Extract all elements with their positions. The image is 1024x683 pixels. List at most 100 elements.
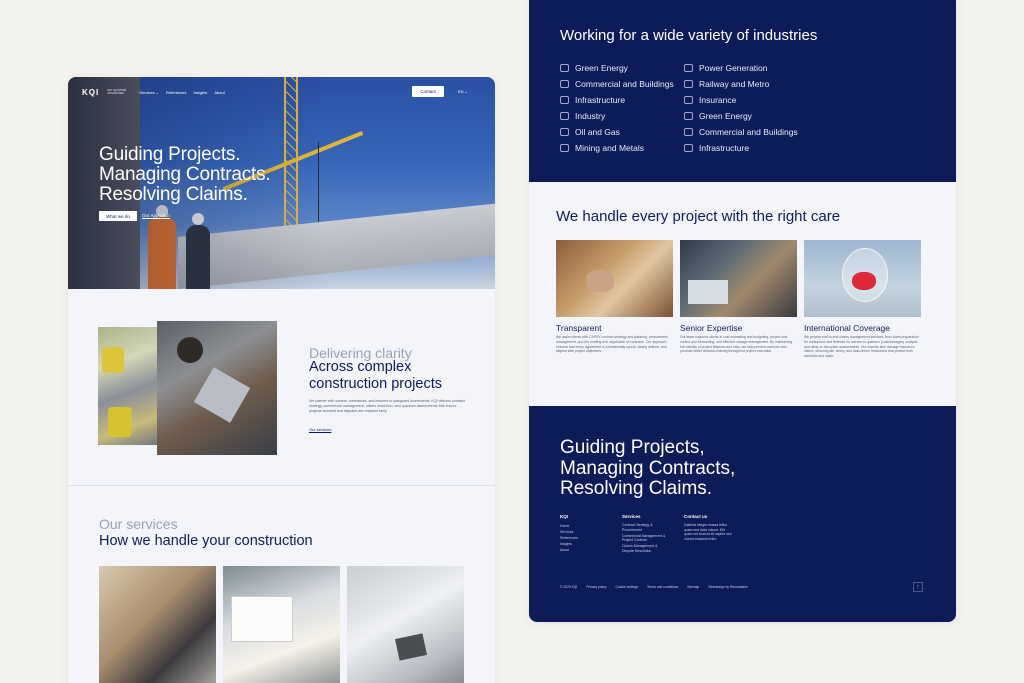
hero-title-line: Resolving Claims. — [99, 184, 248, 205]
industry-label: Oil and Gas — [575, 127, 620, 137]
industry-item[interactable]: Green Energy — [560, 60, 674, 76]
industry-item[interactable]: Infrastructure — [560, 92, 674, 108]
contact-button[interactable]: Contact — [412, 86, 444, 97]
footer-link-service[interactable]: Claims Management & Dispute Resolution — [622, 544, 668, 553]
industry-label: Commercial and Buildings — [699, 127, 798, 137]
clarity-title: Across complex construction projects — [309, 359, 442, 392]
footer-column-services: Services Contract Strategy & Procurement… — [622, 514, 668, 555]
building-icon — [684, 128, 693, 136]
industries-section: Working for a wide variety of industries… — [529, 0, 956, 182]
services-subtitle: Our services — [99, 516, 178, 532]
leaf-icon — [684, 112, 693, 120]
drop-icon — [560, 128, 569, 136]
service-card-handshake-image[interactable] — [99, 566, 216, 683]
footer-contact-text: Datteria integer massa tellus quam sed d… — [684, 523, 732, 541]
industry-item[interactable]: Commercial and Buildings — [684, 124, 798, 140]
nav-link-services[interactable]: Services ⌄ — [139, 90, 159, 95]
footer-link-about[interactable]: About — [560, 547, 578, 553]
back-to-top-button[interactable]: ↑ — [913, 582, 923, 592]
footer-title-line: Managing Contracts, — [560, 457, 736, 479]
industry-item[interactable]: Insurance — [684, 92, 798, 108]
nav-link-insights[interactable]: Insights — [194, 90, 208, 95]
leaf-icon — [560, 64, 569, 72]
coverage-card-image — [804, 240, 921, 317]
industry-item[interactable]: Industry — [560, 108, 674, 124]
privacy-policy-link[interactable]: Privacy policy — [586, 585, 606, 589]
industry-item[interactable]: Infrastructure — [684, 140, 798, 156]
hero-section: KQI KEY QUANTUM INTEGRATED Services ⌄ Re… — [68, 77, 495, 289]
bolt-icon — [684, 64, 693, 72]
industries-column-2: Power Generation Railway and Metro Insur… — [684, 60, 798, 156]
industry-label: Railway and Metro — [699, 79, 770, 89]
hero-title: Guiding Projects. Managing Contracts. Re… — [99, 145, 271, 205]
hero-title-line: Guiding Projects. — [99, 144, 241, 165]
footer: Guiding Projects, Managing Contracts, Re… — [529, 406, 956, 622]
shield-icon — [684, 96, 693, 104]
industry-label: Commercial and Buildings — [575, 79, 674, 89]
services-section: Our services How we handle your construc… — [68, 486, 495, 683]
nav-link-references[interactable]: References — [166, 90, 186, 95]
industry-item[interactable]: Power Generation — [684, 60, 798, 76]
train-icon — [684, 80, 693, 88]
footer-column-kqi: KQI Home Services References Insights Ab… — [560, 514, 578, 553]
footer-title: Guiding Projects, Managing Contracts, Re… — [560, 437, 736, 500]
homepage-preview-right: Working for a wide variety of industries… — [529, 0, 956, 622]
care-title: We handle every project with the right c… — [556, 208, 841, 225]
industry-item[interactable]: Oil and Gas — [560, 124, 674, 140]
footer-title-line: Resolving Claims. — [560, 478, 713, 499]
language-selector[interactable]: EN ⌄ — [458, 89, 468, 94]
footer-column-contact: Contact us Datteria integer massa tellus… — [684, 514, 734, 541]
card-body-coverage: We provide end-to-end claims management … — [804, 335, 919, 359]
meeting-photo — [157, 321, 277, 455]
industry-label: Infrastructure — [699, 143, 750, 153]
industry-item[interactable]: Mining and Metals — [560, 140, 674, 156]
webdesign-credit-link[interactable]: Webdesign by Remarkable — [708, 585, 748, 589]
footer-title-line: Guiding Projects, — [560, 437, 705, 458]
clarity-section: Delivering clarity Across complex constr… — [68, 289, 495, 485]
industries-title: Working for a wide variety of industries — [560, 27, 818, 44]
hero-title-line: Managing Contracts. — [99, 164, 271, 185]
industry-label: Green Energy — [699, 111, 752, 121]
footer-heading: Services — [622, 514, 641, 519]
footer-link-service[interactable]: Commercial Management & Project Controls — [622, 534, 668, 543]
industry-label: Mining and Metals — [575, 143, 644, 153]
clarity-body: We partner with owners, contractors, and… — [309, 399, 465, 413]
service-card-whiteboard-image[interactable] — [223, 566, 340, 683]
our-services-link[interactable]: Our services — [309, 427, 331, 432]
industry-item[interactable]: Green Energy — [684, 108, 798, 124]
logo-tagline: KEY QUANTUM INTEGRATED — [107, 89, 127, 95]
what-we-do-button[interactable]: What we do — [99, 211, 137, 221]
industry-item[interactable]: Railway and Metro — [684, 76, 798, 92]
engineers-photo — [98, 327, 158, 445]
industry-label: Infrastructure — [575, 95, 626, 105]
care-section: We handle every project with the right c… — [529, 182, 956, 406]
homepage-preview-left: KQI KEY QUANTUM INTEGRATED Services ⌄ Re… — [68, 77, 495, 683]
sitemap-link[interactable]: Sitemap — [687, 585, 699, 589]
card-heading-transparent: Transparent — [556, 323, 602, 333]
card-body-transparent: We assist clients with CAPEX contract st… — [556, 335, 668, 354]
industry-item[interactable]: Commercial and Buildings — [560, 76, 674, 92]
transparent-card-image — [556, 240, 673, 317]
footer-bottom-links: © 2025 KQI Privacy policy Cookie setting… — [560, 585, 748, 589]
bridge-icon — [560, 96, 569, 104]
nav-link-about[interactable]: About — [214, 90, 224, 95]
card-heading-expertise: Senior Expertise — [680, 323, 743, 333]
card-body-expertise: Our team supports clients in cost estima… — [680, 335, 793, 354]
industries-column-1: Green Energy Commercial and Buildings In… — [560, 60, 674, 156]
site-logo[interactable]: KQI — [82, 88, 99, 97]
bridge-icon — [684, 144, 693, 152]
top-navigation: KQI KEY QUANTUM INTEGRATED Services ⌄ Re… — [82, 85, 482, 99]
copyright-text: © 2025 KQI — [560, 585, 578, 589]
cookie-settings-link[interactable]: Cookie settings — [615, 585, 638, 589]
services-title: How we handle your construction — [99, 533, 313, 549]
card-heading-coverage: International Coverage — [804, 323, 891, 333]
mine-cart-icon — [560, 144, 569, 152]
industry-label: Industry — [575, 111, 606, 121]
service-card-calculator-image[interactable] — [347, 566, 464, 683]
industry-label: Green Energy — [575, 63, 628, 73]
footer-link-service[interactable]: Contract Strategy & Procurement — [622, 523, 668, 532]
footer-heading: KQI — [560, 514, 569, 519]
terms-link[interactable]: Terms and conditions — [647, 585, 678, 589]
our-approach-link[interactable]: Our Approach — [142, 213, 170, 218]
building-icon — [560, 80, 569, 88]
